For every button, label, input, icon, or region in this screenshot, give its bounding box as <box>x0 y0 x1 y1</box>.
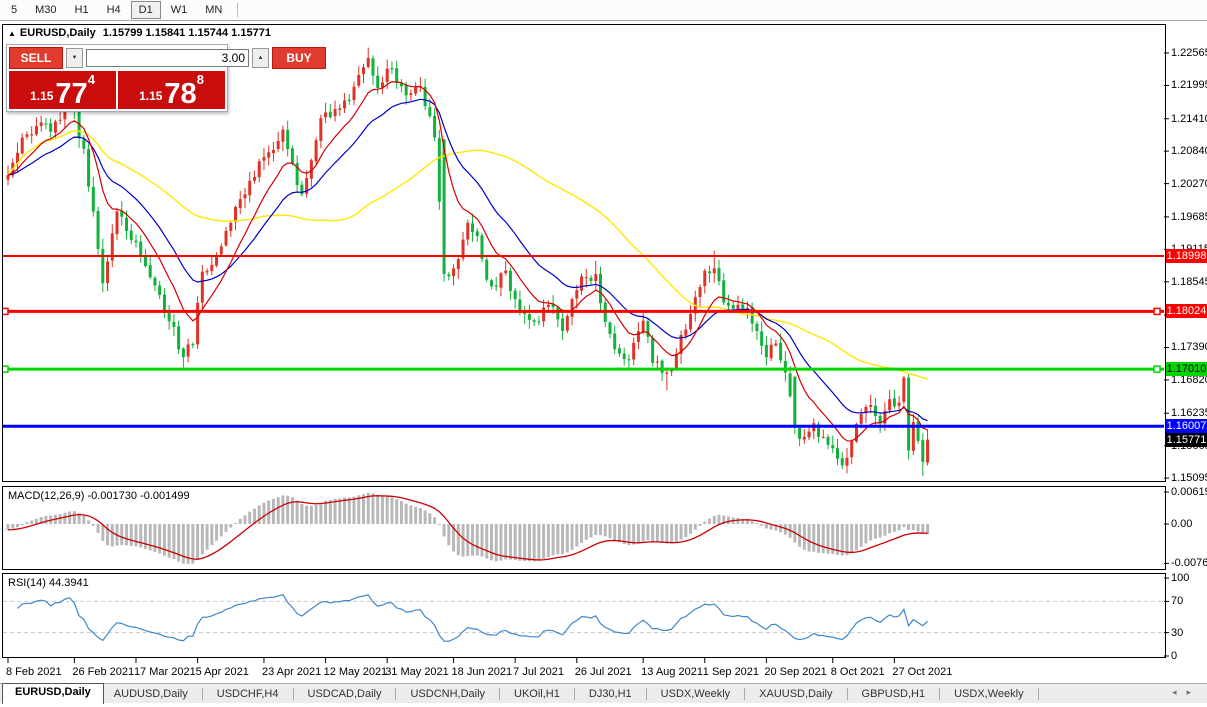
macd-axis-label: 0.00 <box>1171 518 1207 530</box>
tab-separator <box>939 688 940 700</box>
sell-price-prefix: 1.15 <box>30 89 53 103</box>
trading-terminal: { "toolbar": { "timeframes": ["5", "M30"… <box>0 0 1207 707</box>
tab-usdchf-h4[interactable]: USDCHF,H4 <box>207 686 289 702</box>
macd-axis-label: -0.007625 <box>1171 557 1207 569</box>
tab-usdcad-daily[interactable]: USDCAD,Daily <box>298 686 392 702</box>
tab-usdx-weekly[interactable]: USDX,Weekly <box>651 686 740 702</box>
date-axis-label: 13 Aug 2021 <box>641 666 703 678</box>
timeframe-button-m30[interactable]: M30 <box>27 1 64 19</box>
price-axis-label: 1.17390 <box>1171 341 1207 353</box>
timeframe-button-h1[interactable]: H1 <box>67 1 97 19</box>
date-axis-label: 18 Jun 2021 <box>452 666 513 678</box>
sell-price-box[interactable]: 1.15 77 4 <box>9 71 116 109</box>
current-price-badge: 1.15771 <box>1166 433 1207 447</box>
chart-header: ▲ EURUSD,Daily 1.15799 1.15841 1.15744 1.1… <box>8 27 271 39</box>
price-axis-label: 1.22565 <box>1171 47 1207 59</box>
price-axis-label: 1.20840 <box>1171 145 1207 157</box>
buy-price-box[interactable]: 1.15 78 8 <box>118 71 225 109</box>
rsi-axis-label: 30 <box>1171 627 1183 639</box>
timeframe-button-h4[interactable]: H4 <box>99 1 129 19</box>
price-axis-label: 1.19685 <box>1171 211 1207 223</box>
date-axis-label: 12 May 2021 <box>324 666 388 678</box>
symbol-tabbar: EURUSD,DailyAUDUSD,Daily USDCHF,H4 USDCAD,… <box>0 683 1207 703</box>
rsi-pane[interactable] <box>2 573 1166 658</box>
date-axis-label: 23 Apr 2021 <box>262 666 321 678</box>
price-axis-label: 1.21410 <box>1171 113 1207 125</box>
price-badge-1.18998: 1.18998 <box>1166 249 1207 263</box>
rsi-axis-label: 70 <box>1171 595 1183 607</box>
tab-separator <box>574 688 575 700</box>
timeframe-button-mn[interactable]: MN <box>197 1 230 19</box>
chart-symbol-label: EURUSD,Daily <box>20 27 96 39</box>
price-badge-1.18024: 1.18024 <box>1166 304 1207 318</box>
tab-separator <box>499 688 500 700</box>
one-click-trade-panel: SELL ▼ ▲ BUY 1.15 77 4 1.15 78 8 <box>6 44 228 112</box>
macd-label: MACD(12,26,9) -0.001730 -0.001499 <box>8 490 190 502</box>
tab-separator <box>847 688 848 700</box>
date-axis-label: 17 Mar 2021 <box>134 666 196 678</box>
date-axis-label: 7 Jul 2021 <box>513 666 564 678</box>
date-axis-label: 8 Feb 2021 <box>6 666 62 678</box>
price-axis-label: 1.21995 <box>1171 79 1207 91</box>
rsi-axis-label: 0 <box>1171 650 1177 662</box>
tab-xauusd-daily[interactable]: XAUUSD,Daily <box>749 686 842 702</box>
price-badge-1.17010: 1.17010 <box>1166 362 1207 376</box>
tab-gbpusd-h1[interactable]: GBPUSD,H1 <box>852 686 936 702</box>
tab-scroll-right-icon[interactable]: ▸ <box>1186 687 1201 697</box>
tab-separator <box>293 688 294 700</box>
tab-separator <box>395 688 396 700</box>
buy-button[interactable]: BUY <box>272 47 326 69</box>
timeframe-button-5[interactable]: 5 <box>3 1 25 19</box>
sell-price-main: 77 <box>55 81 87 107</box>
tab-scroll-arrows: ◂▸ <box>1172 687 1201 698</box>
timeframe-button-w1[interactable]: W1 <box>163 1 196 19</box>
date-axis-label: 20 Sep 2021 <box>764 666 826 678</box>
toolbar-separator <box>237 3 238 17</box>
date-axis-label: 5 Apr 2021 <box>196 666 249 678</box>
rsi-label: RSI(14) 44.3941 <box>8 577 89 589</box>
macd-axis-label: 0.006193 <box>1171 486 1207 498</box>
date-axis-label: 31 May 2021 <box>385 666 449 678</box>
tab-eurusd-daily[interactable]: EURUSD,Daily <box>2 683 104 704</box>
sell-button[interactable]: SELL <box>9 47 63 69</box>
timeframe-toolbar: 5M30H1H4D1W1MN <box>0 0 1207 21</box>
tab-usdcnh-daily[interactable]: USDCNH,Daily <box>400 686 495 702</box>
date-axis-label: 8 Oct 2021 <box>831 666 885 678</box>
date-axis-label: 26 Feb 2021 <box>72 666 134 678</box>
volume-input[interactable] <box>86 49 249 67</box>
sell-price-pip: 4 <box>88 72 95 87</box>
tab-separator <box>744 688 745 700</box>
price-axis-label: 1.18545 <box>1171 276 1207 288</box>
tab-separator <box>646 688 647 700</box>
chart-ohlc-values: 1.15799 1.15841 1.15744 1.15771 <box>103 27 271 39</box>
date-axis-label: 27 Oct 2021 <box>892 666 952 678</box>
date-axis-label: 1 Sep 2021 <box>703 666 759 678</box>
price-badge-1.16007: 1.16007 <box>1166 419 1207 433</box>
date-axis-label: 26 Jul 2021 <box>575 666 632 678</box>
volume-increase-button[interactable]: ▲ <box>252 48 269 68</box>
tab-audusd-daily[interactable]: AUDUSD,Daily <box>104 686 198 702</box>
tab-usdx-weekly[interactable]: USDX,Weekly <box>944 686 1033 702</box>
collapse-arrow-icon[interactable]: ▲ <box>8 29 16 38</box>
tab-ukoil-h1[interactable]: UKOil,H1 <box>504 686 570 702</box>
price-axis-label: 1.20270 <box>1171 178 1207 190</box>
tab-scroll-left-icon[interactable]: ◂ <box>1172 687 1187 697</box>
volume-decrease-button[interactable]: ▼ <box>66 48 83 68</box>
tab-separator <box>202 688 203 700</box>
buy-price-pip: 8 <box>197 72 204 87</box>
timeframe-button-d1[interactable]: D1 <box>131 1 161 19</box>
rsi-axis-label: 100 <box>1171 572 1189 584</box>
price-axis-label: 1.16235 <box>1171 407 1207 419</box>
buy-price-prefix: 1.15 <box>139 89 162 103</box>
tab-dj30-h1[interactable]: DJ30,H1 <box>579 686 642 702</box>
price-axis-label: 1.15095 <box>1171 472 1207 484</box>
tab-separator <box>1038 688 1039 700</box>
buy-price-main: 78 <box>164 81 196 107</box>
